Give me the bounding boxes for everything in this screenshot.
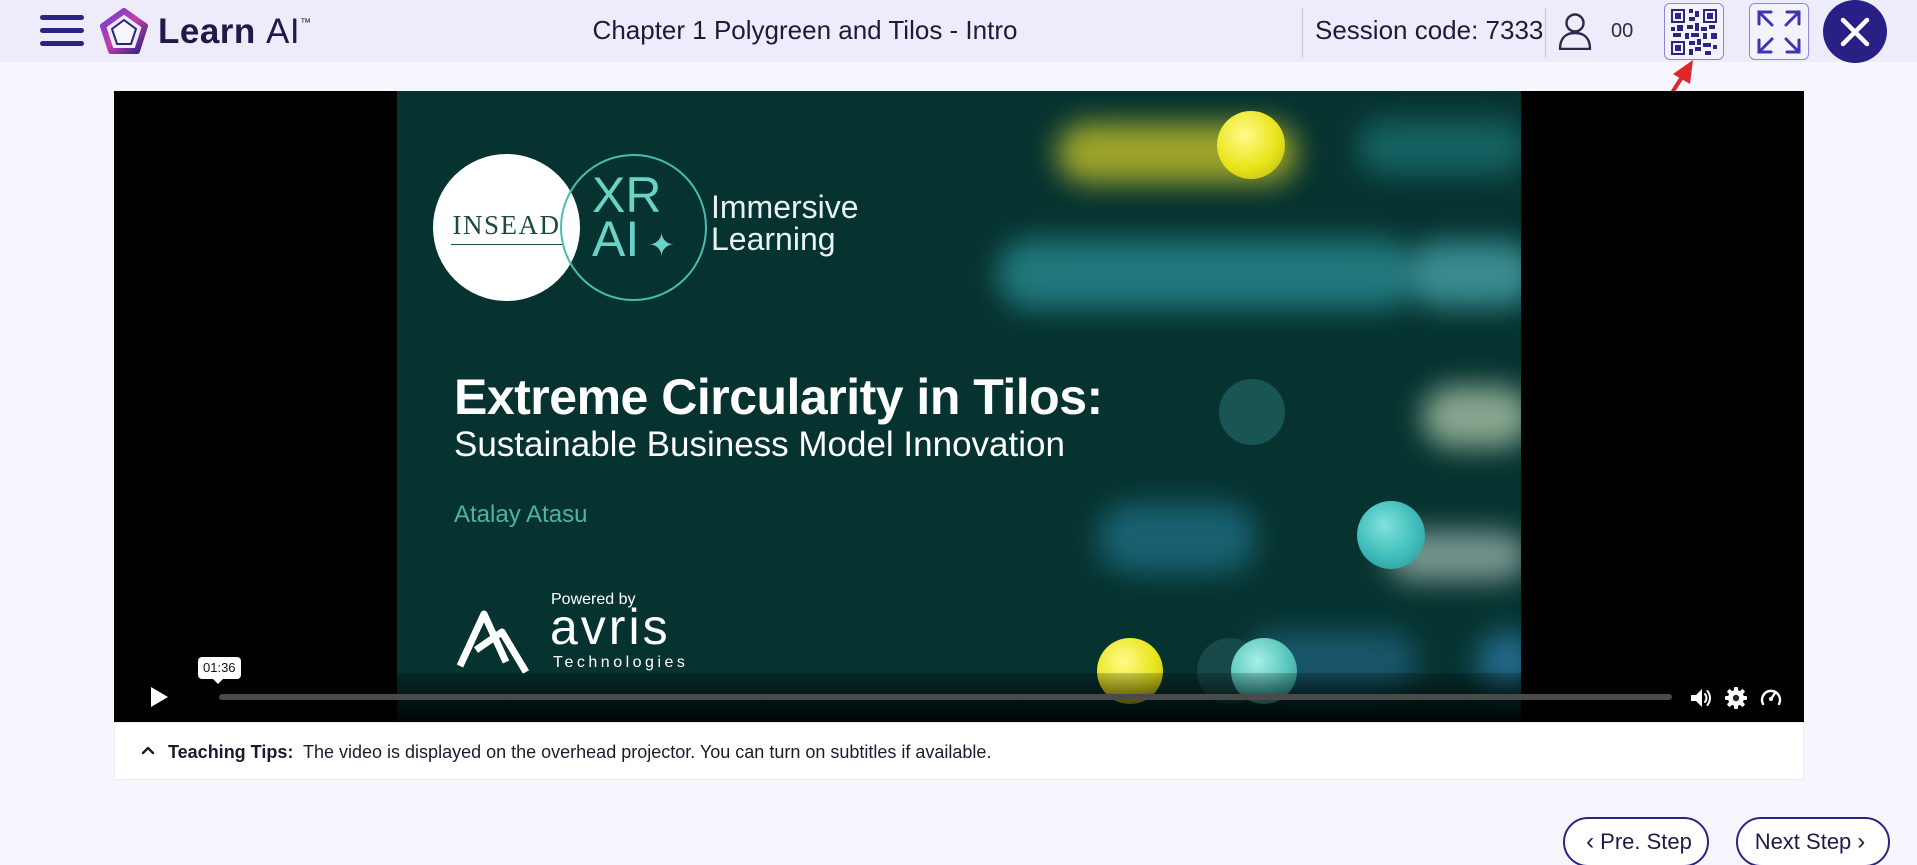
app-logo[interactable]: Learn AI™	[100, 8, 312, 54]
settings-icon[interactable]	[1724, 686, 1748, 710]
play-icon[interactable]	[148, 685, 170, 709]
video-controls	[114, 673, 1804, 722]
header-divider	[1302, 8, 1303, 58]
user-count: 00	[1611, 20, 1634, 42]
teaching-tips-panel: Teaching Tips: The video is displayed on…	[114, 722, 1804, 780]
user-icon	[1558, 13, 1592, 50]
time-tooltip: 01:36	[198, 657, 241, 684]
slide-title: Extreme Circularity in Tilos:	[454, 369, 1103, 425]
chapter-title: Chapter 1 Polygreen and Tilos - Intro	[592, 15, 1018, 45]
chevron-up-icon[interactable]	[141, 745, 155, 755]
header-divider	[1545, 8, 1546, 58]
speed-icon[interactable]	[1759, 686, 1783, 710]
fullscreen-button[interactable]	[1749, 3, 1809, 60]
video-player[interactable]: INSEAD XR AI ✦ Immersive Learning Extrem…	[114, 91, 1804, 722]
avris-subtitle: Technologies	[553, 654, 689, 671]
logo-text: Learn AI™	[158, 11, 312, 51]
teaching-tips-text: The video is displayed on the overhead p…	[303, 742, 992, 762]
hamburger-menu-icon[interactable]	[40, 13, 84, 49]
slide-author: Atalay Atasu	[454, 501, 588, 528]
qr-code-icon	[1671, 8, 1717, 55]
close-icon	[1840, 17, 1870, 46]
expand-icon	[1757, 10, 1801, 53]
top-bar: Learn AI™ Chapter 1 Polygreen and Tilos …	[0, 0, 1917, 63]
avris-wordmark: avris	[550, 599, 671, 655]
chevron-left-icon: ‹	[1586, 828, 1595, 855]
progress-bar[interactable]	[219, 694, 1672, 700]
close-button[interactable]	[1823, 0, 1887, 63]
chevron-right-icon: ›	[1857, 828, 1866, 855]
session-code: Session code: 7333	[1315, 15, 1544, 45]
xr-ai-logo: XR AI ✦	[592, 167, 675, 267]
next-step-button[interactable]: Next Step ›	[1736, 817, 1890, 865]
video-frame: INSEAD XR AI ✦ Immersive Learning Extrem…	[397, 91, 1521, 722]
learn-ai-logo-icon	[100, 8, 148, 54]
volume-icon[interactable]	[1689, 686, 1713, 710]
avris-logo-icon	[456, 610, 530, 674]
immersive-learning-text: Immersive Learning	[711, 189, 859, 257]
previous-step-button[interactable]: ‹ Pre. Step	[1563, 817, 1709, 865]
next-step-label: Next Step	[1754, 829, 1852, 854]
previous-step-label: Pre. Step	[1600, 829, 1692, 854]
slide-subtitle: Sustainable Business Model Innovation	[454, 425, 1065, 464]
teaching-tips-label: Teaching Tips:	[168, 742, 294, 762]
insead-logo: INSEAD	[433, 154, 580, 301]
qr-code-button[interactable]	[1664, 3, 1724, 60]
